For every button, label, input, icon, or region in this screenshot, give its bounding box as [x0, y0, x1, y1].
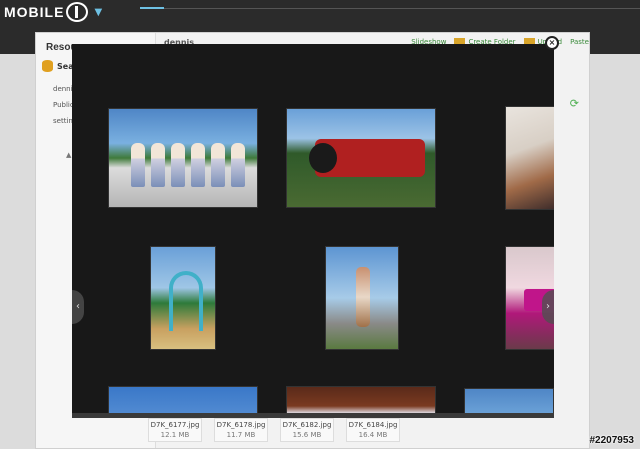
file-item[interactable]: D7K_6182.jpg 15.6 MB: [280, 418, 334, 442]
file-name: D7K_6184.jpg: [348, 421, 398, 429]
lightbox-scrollbar[interactable]: [72, 413, 554, 418]
tower-shape: [356, 267, 370, 327]
sort-icon[interactable]: ▲: [66, 151, 71, 159]
logo-mark-icon: [66, 2, 89, 22]
photo-thumbnail[interactable]: [108, 108, 258, 208]
site-logo[interactable]: MOBILE ▼: [4, 2, 102, 22]
sidebar-search[interactable]: Sea: [42, 60, 74, 72]
train-front-shape: [309, 143, 337, 173]
photo-thumbnail[interactable]: [505, 106, 554, 210]
paste-button[interactable]: Paste: [570, 38, 589, 46]
sidebar-item-public[interactable]: Public: [53, 101, 74, 109]
database-icon: [42, 60, 53, 72]
file-size: 16.4 MB: [358, 431, 388, 439]
file-name: D7K_6182.jpg: [282, 421, 332, 429]
file-item[interactable]: D7K_6184.jpg 16.4 MB: [346, 418, 400, 442]
file-size: 12.1 MB: [160, 431, 190, 439]
paste-label: Paste: [570, 38, 589, 46]
file-item[interactable]: D7K_6178.jpg 11.7 MB: [214, 418, 268, 442]
file-size: 15.6 MB: [292, 431, 322, 439]
header-divider: [140, 8, 640, 9]
photo-thumbnail[interactable]: [286, 108, 436, 208]
file-strip: D7K_6177.jpg 12.1 MB D7K_6178.jpg 11.7 M…: [148, 418, 448, 442]
figure-shape: [211, 143, 225, 187]
arch-shape: [169, 271, 203, 331]
dropdown-arrow-icon[interactable]: ▼: [94, 7, 102, 18]
figure-shape: [131, 143, 145, 187]
next-arrow-icon[interactable]: ›: [542, 290, 554, 324]
figure-shape: [171, 143, 185, 187]
gallery-lightbox: [72, 44, 554, 418]
file-size: 11.7 MB: [226, 431, 256, 439]
header-divider-accent: [140, 7, 164, 9]
figure-shape: [151, 143, 165, 187]
file-name: D7K_6177.jpg: [150, 421, 200, 429]
file-name: D7K_6178.jpg: [216, 421, 266, 429]
figure-shape: [231, 143, 245, 187]
figure-shape: [191, 143, 205, 187]
close-icon[interactable]: ×: [545, 36, 559, 50]
watermark-id: #2207953: [589, 435, 635, 446]
sidebar-item-dennis[interactable]: denni: [53, 85, 73, 93]
refresh-icon[interactable]: ⟳: [570, 97, 579, 110]
file-item[interactable]: D7K_6177.jpg 12.1 MB: [148, 418, 202, 442]
photo-thumbnail[interactable]: [150, 246, 216, 350]
logo-text: MOBILE: [4, 4, 65, 20]
photo-thumbnail[interactable]: [325, 246, 399, 350]
